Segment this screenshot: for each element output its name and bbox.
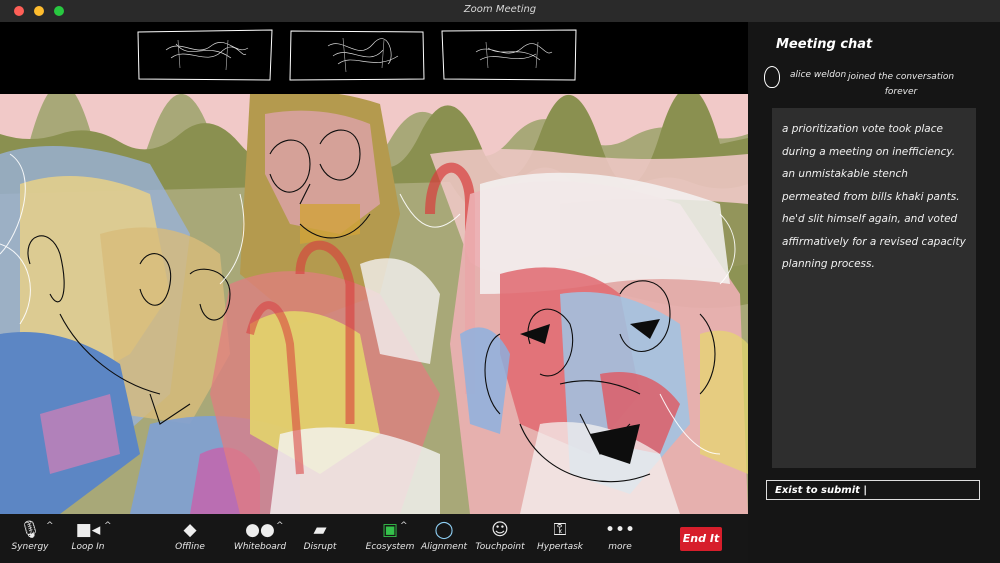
chat-message: a prioritization vote took place during … xyxy=(782,123,966,270)
more-icon: ••• xyxy=(604,520,636,540)
toolbar-button-offline[interactable]: ◆ Offline xyxy=(160,518,220,560)
loop-in-options-caret[interactable]: ^ xyxy=(104,521,112,531)
toolbar-button-disrupt[interactable]: ▰ Disrupt xyxy=(290,518,350,560)
avatar-icon xyxy=(764,66,780,88)
toolbar-button-synergy[interactable]: 🎙 Synergy ^ xyxy=(0,518,60,560)
chat-panel: Meeting chat alice weldon joined the con… xyxy=(748,22,1000,563)
toolbar-button-ecosystem[interactable]: ▣ Ecosystem ^ xyxy=(360,518,420,560)
end-meeting-button[interactable]: End It xyxy=(680,527,722,551)
ecosystem-options-caret[interactable]: ^ xyxy=(400,521,408,531)
meeting-toolbar: 🎙 Synergy ^ ■◂ Loop In ^ ◆ Offline ●● Wh… xyxy=(0,514,748,563)
apps-icon: ⚿ xyxy=(553,520,567,540)
toolbar-button-touchpoint[interactable]: ☺ Touchpoint xyxy=(470,518,530,560)
zoom-window: Zoom Meeting 🎙 Synergy ^ ■◂ Loop In ^ ◆ … xyxy=(0,0,1000,563)
title-bar: Zoom Meeting xyxy=(0,0,1000,23)
window-title: Zoom Meeting xyxy=(463,4,537,15)
reactions-icon: ☺ xyxy=(491,520,509,540)
whiteboard-options-caret[interactable]: ^ xyxy=(276,521,284,531)
shield-icon: ◆ xyxy=(183,520,197,540)
chat-status: joined the conversation forever xyxy=(847,72,955,97)
chat-author: alice weldon xyxy=(790,70,847,80)
chat-bubble-icon: ▰ xyxy=(313,520,327,540)
chat-input[interactable] xyxy=(766,480,980,500)
toolbar-button-alignment[interactable]: ◯ Alignment xyxy=(414,518,474,560)
chat-message-box: a prioritization vote took place during … xyxy=(772,108,976,468)
toolbar-button-more[interactable]: ••• more xyxy=(590,518,650,560)
participant-thumbnail-1[interactable] xyxy=(136,28,274,82)
video-area xyxy=(0,22,748,514)
share-screen-icon: ▣ xyxy=(381,520,399,540)
toolbar-button-loop-in[interactable]: ■◂ Loop In ^ xyxy=(58,518,118,560)
record-icon: ◯ xyxy=(434,520,454,540)
toolbar-button-whiteboard[interactable]: ●● Whiteboard ^ xyxy=(230,518,290,560)
participant-thumbnail-3[interactable] xyxy=(440,28,578,82)
main-video-feed xyxy=(0,94,748,514)
synergy-options-caret[interactable]: ^ xyxy=(46,521,54,531)
chat-title: Meeting chat xyxy=(776,37,873,52)
participant-thumbnail-2[interactable] xyxy=(288,28,426,82)
toolbar-button-hypertask[interactable]: ⚿ Hypertask xyxy=(530,518,590,560)
